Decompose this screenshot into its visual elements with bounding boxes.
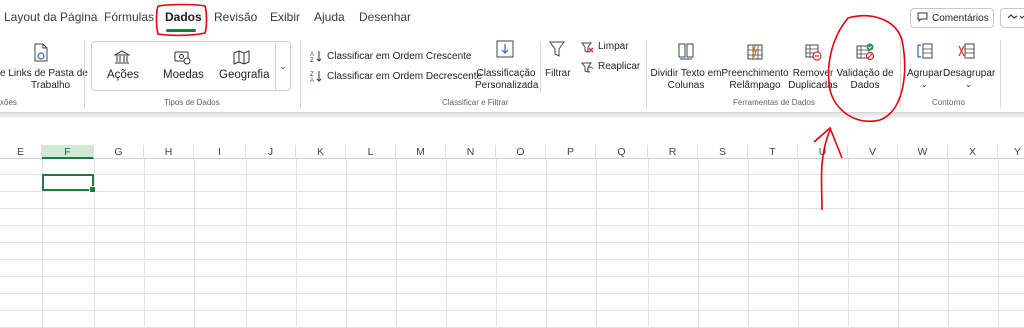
tab-formulas[interactable]: Fórmulas <box>104 10 154 24</box>
comments-button[interactable]: Comentários <box>910 8 994 28</box>
comments-label: Comentários <box>932 12 989 24</box>
tab-page-layout[interactable]: Layout da Página <box>4 10 97 24</box>
remove-duplicates-icon <box>804 43 822 66</box>
divider <box>84 40 85 108</box>
text-to-columns-label-2: Colunas <box>667 80 705 91</box>
divider <box>646 40 647 108</box>
active-tab-indicator <box>166 29 196 32</box>
chevron-down-icon: ⌄ <box>921 80 928 89</box>
data-types-group-label: Tipos de Dados <box>164 98 220 107</box>
data-validation-label-1: Validação de <box>836 68 894 79</box>
text-to-columns-label-1: Dividir Texto em <box>650 68 722 79</box>
divider <box>300 40 301 108</box>
reapply-icon <box>581 61 594 79</box>
workbook-links-label-1: e Links de Pasta de <box>0 68 88 79</box>
ribbon-tab-bar: Layout da Página Fórmulas Dados Revisão … <box>0 0 1024 34</box>
data-type-stocks-label: Ações <box>107 69 139 81</box>
workbook-links-icon <box>32 43 50 68</box>
remove-duplicates-label-1: Remover <box>792 68 834 79</box>
gridlines <box>0 159 1024 328</box>
data-tools-group-label: Ferramentas de Dados <box>733 98 815 107</box>
sort-az-icon: AZ <box>310 50 322 68</box>
queries-group-label: xões <box>0 98 17 107</box>
data-validation-label-2: Dados <box>850 80 880 91</box>
selected-cell-f2[interactable] <box>42 174 96 193</box>
worksheet-grid[interactable] <box>0 145 1024 328</box>
sort-filter-group-label: Classificar e Filtrar <box>442 98 509 107</box>
flash-fill-label-2: Relâmpago <box>729 80 781 91</box>
activity-icon <box>1007 12 1024 25</box>
tab-view[interactable]: Exibir <box>270 10 300 24</box>
filter-icon <box>549 41 565 63</box>
clear-filter-label: Limpar <box>598 41 629 52</box>
reapply-label: Reaplicar <box>598 61 641 72</box>
tab-review[interactable]: Revisão <box>214 10 257 24</box>
data-types-more-button[interactable]: ⌄ <box>275 42 290 90</box>
tab-help[interactable]: Ajuda <box>314 10 345 24</box>
flash-fill-label-1: Preenchimento <box>721 68 789 79</box>
custom-sort-label-1: Classificação <box>476 68 536 79</box>
sort-za-icon: ZA <box>310 70 322 88</box>
ungroup-icon <box>958 42 976 65</box>
custom-sort-label-2: Personalizada <box>475 80 539 91</box>
bank-icon <box>113 50 131 70</box>
data-type-currencies-label: Moedas <box>163 69 204 81</box>
data-ribbon: e Links de Pasta de Trabalho xões Ações … <box>0 34 1024 112</box>
svg-text:Z: Z <box>310 58 314 63</box>
ribbon-bottom-edge <box>0 112 1024 118</box>
currency-icon <box>174 50 191 70</box>
chevron-down-icon: ⌄ <box>279 60 287 71</box>
group-icon <box>916 42 934 65</box>
divider <box>900 40 901 108</box>
divider <box>1000 40 1001 108</box>
tab-data[interactable]: Dados <box>165 10 202 24</box>
comment-icon <box>917 12 928 25</box>
outline-group-label: Contorno <box>932 98 965 107</box>
map-icon <box>233 50 250 70</box>
chevron-down-icon: ⌄ <box>965 80 972 89</box>
divider <box>540 42 541 92</box>
catch-up-button[interactable] <box>1000 8 1024 28</box>
sort-ascending-label: Classificar em Ordem Crescente <box>327 51 472 62</box>
data-type-geography-label: Geografia <box>219 69 270 81</box>
clear-filter-icon <box>581 41 594 59</box>
flash-fill-icon <box>746 43 764 66</box>
data-validation-icon <box>855 42 875 67</box>
text-to-columns-icon <box>677 43 695 66</box>
workbook-links-label-2: Trabalho <box>31 80 71 91</box>
svg-text:A: A <box>310 78 314 83</box>
custom-sort-icon <box>496 40 514 63</box>
filter-label: Filtrar <box>545 68 571 79</box>
tab-draw[interactable]: Desenhar <box>359 10 411 24</box>
remove-duplicates-label-2: Duplicadas <box>788 80 838 91</box>
sort-descending-label: Classificar em Ordem Decrescente <box>327 71 483 82</box>
